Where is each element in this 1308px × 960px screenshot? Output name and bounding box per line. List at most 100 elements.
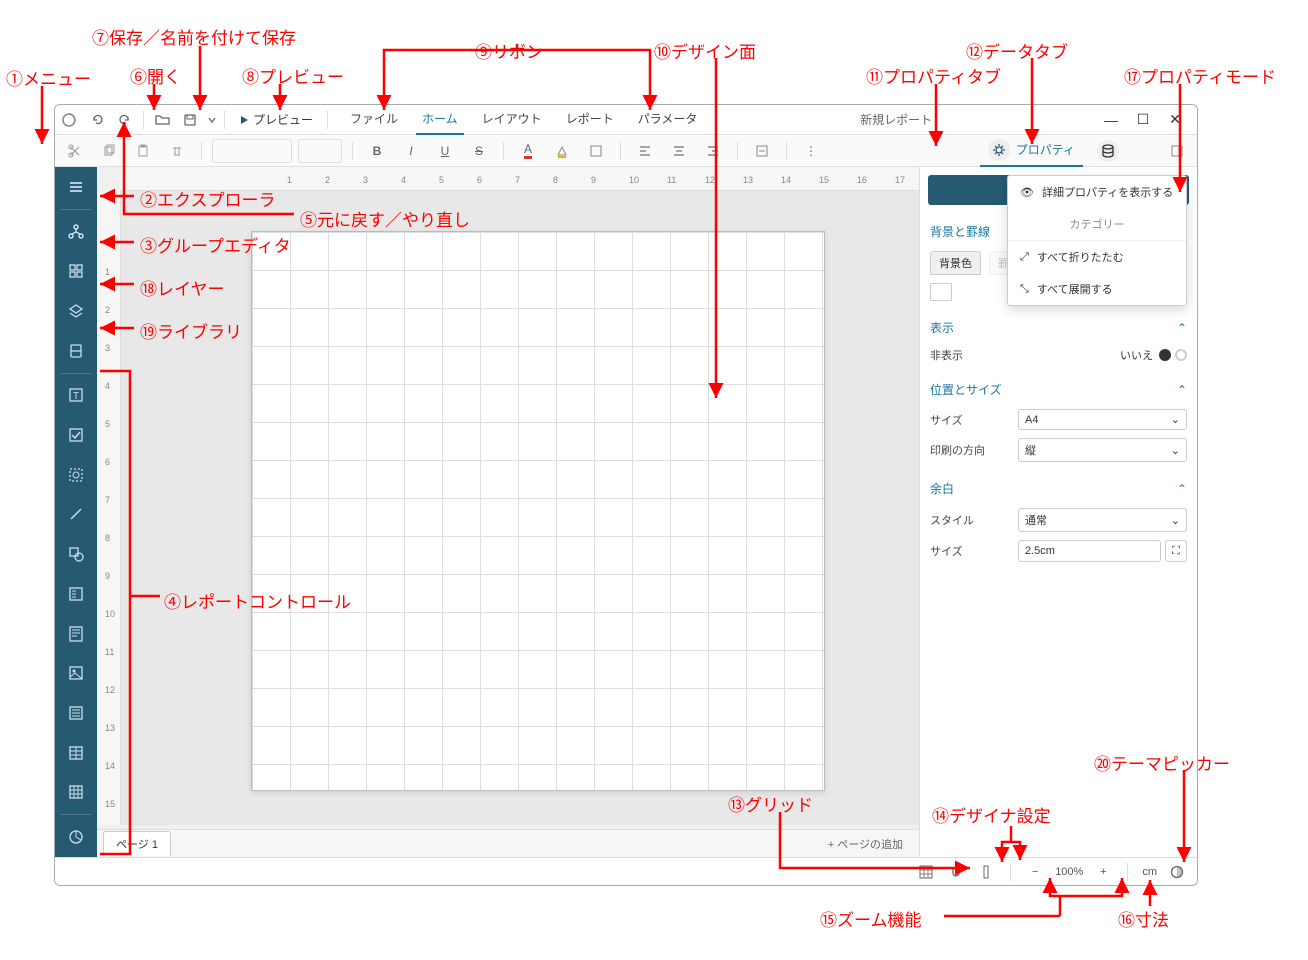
more-button[interactable]: ⋮ [797,139,825,163]
collapse-icon: ⤢ [1020,251,1029,264]
align-center-button[interactable] [665,139,693,163]
list-tool[interactable] [55,693,97,733]
save-dropdown-button[interactable] [204,106,220,134]
zoom-out-button[interactable]: − [1025,862,1045,882]
theme-picker-button[interactable] [1167,862,1187,882]
tab-parameter[interactable]: パラメータ [632,104,704,135]
annot-15: ⑮ズーム機能 [820,906,922,931]
bg-color-swatch[interactable] [930,283,952,301]
unit-button[interactable]: cm [1142,866,1157,878]
annot-18: ⑱レイヤー [140,275,225,300]
data-tab[interactable] [1089,136,1127,166]
page-tab-1[interactable]: ページ 1 [103,831,171,856]
cut-button[interactable] [61,139,89,163]
section-margin[interactable]: 余白⌃ [930,474,1187,504]
fill-color-button[interactable] [548,139,576,163]
menu-expand-all[interactable]: ⤡すべて展開する [1008,273,1186,305]
chevron-down-icon: ⌄ [1171,514,1180,527]
expand-icon: ⤡ [1020,283,1029,296]
chevron-down-icon: ⌄ [1171,444,1180,457]
annot-9: ⑨リボン [475,38,543,63]
label-style: スタイル [930,512,1010,528]
grid-toggle-button[interactable] [916,862,936,882]
table-tool[interactable] [55,733,97,773]
font-select[interactable] [212,139,292,163]
page-tabs-bar: ページ 1 + ページの追加 [97,829,919,857]
copy-button[interactable] [95,139,123,163]
shape-tool[interactable] [55,534,97,574]
strike-button[interactable]: S [465,139,493,163]
preview-label: プレビュー [253,111,313,128]
ribbon-tabs: ファイル ホーム レイアウト レポート パラメータ [344,104,703,135]
container-tool[interactable] [55,455,97,495]
image-tool[interactable] [55,653,97,693]
section-display[interactable]: 表示⌃ [930,313,1187,343]
size-select[interactable]: A4⌄ [1018,409,1187,430]
chevron-up-icon: ⌃ [1177,321,1187,335]
menu-collapse-all[interactable]: ⤢すべて折りたたむ [1008,241,1186,273]
annot-13: ⑬グリッド [728,791,813,816]
align-right-button[interactable] [699,139,727,163]
section-position[interactable]: 位置とサイズ⌃ [930,375,1187,405]
minimize-button[interactable]: — [1099,108,1123,132]
richtext-tool[interactable] [55,614,97,654]
snap-ruler-button[interactable] [976,862,996,882]
underline-button[interactable]: U [431,139,459,163]
margin-size-input[interactable]: 2.5cm [1018,540,1161,562]
tablix-tool[interactable] [55,773,97,813]
valign-button[interactable] [748,139,776,163]
library-button[interactable] [55,331,97,371]
textbox-tool[interactable]: T [55,376,97,416]
border-button[interactable] [582,139,610,163]
margin-expand-button[interactable]: ⛶ [1165,540,1187,562]
panel-toggle-button[interactable] [1163,139,1191,163]
label-size: サイズ [930,412,1010,428]
layers-button[interactable] [55,291,97,331]
annot-1: ①メニュー [6,65,91,90]
save-button[interactable] [176,106,204,134]
delete-button[interactable] [163,139,191,163]
line-tool[interactable] [55,495,97,535]
bold-button[interactable]: B [363,139,391,163]
margin-style-select[interactable]: 通常⌄ [1018,508,1187,532]
tab-file[interactable]: ファイル [344,104,404,135]
tab-layout[interactable]: レイアウト [476,104,548,135]
chevron-down-icon: ⌄ [1171,413,1180,426]
bg-color-tab[interactable]: 背景色 [930,251,981,275]
toc-tool[interactable] [55,574,97,614]
italic-button[interactable]: I [397,139,425,163]
fontsize-select[interactable] [298,139,342,163]
design-page[interactable] [251,231,825,791]
redo-button[interactable] [111,106,139,134]
open-button[interactable] [148,106,176,134]
add-page-button[interactable]: + ページの追加 [818,832,913,856]
hidden-value: いいえ [1120,347,1153,363]
zoom-value: 100% [1055,866,1083,878]
annot-5: ⑤元に戻す／やり直し [300,206,470,231]
close-button[interactable]: ✕ [1163,108,1187,132]
group-editor-button[interactable] [55,251,97,291]
menu-category-header: カテゴリー [1008,208,1186,241]
maximize-button[interactable]: ☐ [1131,108,1155,132]
toggle-hidden[interactable] [1159,349,1187,361]
canvas[interactable] [121,191,919,825]
annot-19: ⑲ライブラリ [140,318,242,343]
explorer-button[interactable] [55,212,97,252]
menu-show-detail[interactable]: 👁詳細プロパティを表示する [1008,176,1186,208]
undo-button[interactable] [83,106,111,134]
font-color-button[interactable]: A [514,139,542,163]
annot-20: ⑳テーマピッカー [1094,750,1230,775]
checkbox-tool[interactable] [55,415,97,455]
left-rail: T [55,167,97,857]
align-left-button[interactable] [631,139,659,163]
menu-button[interactable] [55,167,97,207]
paste-button[interactable] [129,139,157,163]
zoom-in-button[interactable]: + [1093,862,1113,882]
orientation-select[interactable]: 縦⌄ [1018,438,1187,462]
preview-button[interactable]: プレビュー [229,111,323,128]
snap-toggle-button[interactable] [946,862,966,882]
property-tab[interactable]: プロパティ [980,135,1083,167]
chart-tool[interactable] [55,817,97,857]
tab-home[interactable]: ホーム [416,104,464,135]
tab-report[interactable]: レポート [560,104,620,135]
